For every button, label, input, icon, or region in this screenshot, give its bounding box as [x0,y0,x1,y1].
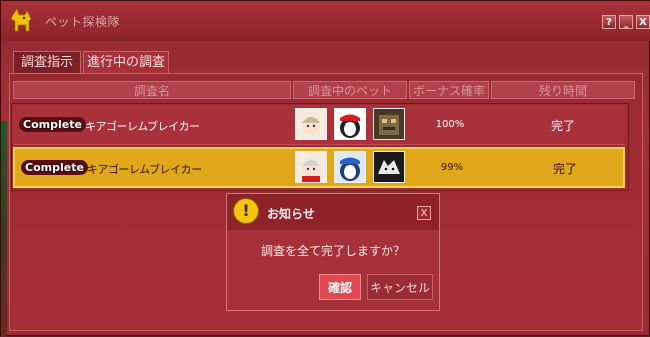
expedition-row-selected[interactable]: Complete キアゴーレムブレイカー 99% 完了 [13,147,625,188]
wolf-icon [373,151,405,183]
notice-dialog: ! お知らせ X 調査を全て完了しますか？ 確認 キャンセル [226,193,440,311]
bonus-rate: 99% [440,162,464,173]
column-header-name: 調査名 [13,81,291,99]
complete-badge: Complete [21,160,88,175]
time-remaining: 完了 [552,162,577,176]
tab-expedition-orders[interactable]: 調査指示 [13,51,81,73]
time-remaining: 完了 [550,119,575,133]
penguin-red-icon [334,108,366,140]
confirm-button[interactable]: 確認 [319,274,361,300]
cancel-button[interactable]: キャンセル [367,274,433,300]
bonus-rate: 100% [435,119,465,130]
dialog-title: お知らせ [267,207,315,221]
pet-avatar-icon [295,108,327,140]
complete-badge: Complete [19,117,86,132]
dog-icon [10,8,32,32]
expedition-name: キアゴーレムブレイカー [87,163,202,176]
pet-avatar-icon [295,151,327,183]
golem-icon [373,108,405,140]
help-button[interactable]: ? [602,15,616,29]
dialog-message: 調査を全て完了しますか？ [260,244,405,258]
dialog-header[interactable]: ! お知らせ X [227,194,439,230]
penguin-blue-icon [334,151,366,183]
minimize-button[interactable]: _ [619,15,633,29]
expedition-row[interactable]: Complete キアゴーレムブレイカー 100% 完了 [13,105,625,145]
close-button[interactable]: X [636,15,650,29]
expedition-name: キアゴーレムブレイカー [85,120,200,133]
background-strip [1,121,7,337]
column-header-bonus: ボーナス確率 [409,81,489,99]
window-title: ペット探検隊 [45,15,121,29]
dialog-close-button[interactable]: X [417,206,431,220]
tab-in-progress[interactable]: 進行中の調査 [83,51,169,73]
title-bar[interactable]: ペット探検隊 ? _ X [1,1,650,41]
column-header-pets: 調査中のペット [293,81,407,99]
dialog-body: 調査を全て完了しますか？ 確認 キャンセル [227,230,439,310]
warning-icon: ! [233,198,259,224]
column-header-time: 残り時間 [491,81,635,99]
